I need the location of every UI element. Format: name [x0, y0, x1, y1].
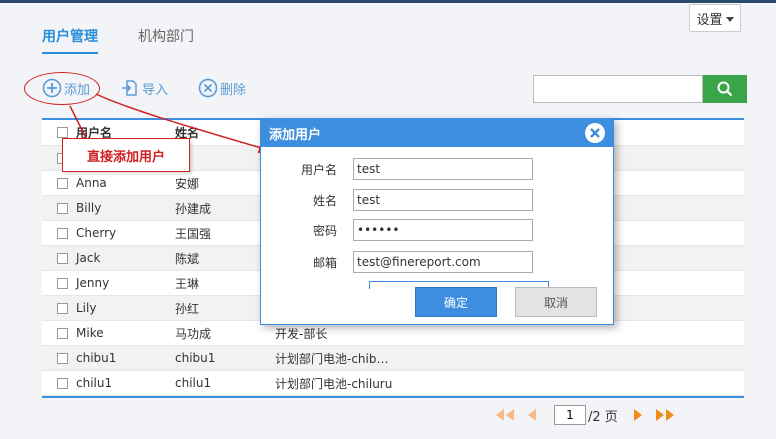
field-username-label: 用户名: [300, 162, 337, 177]
cell-name: chibu1: [175, 351, 216, 365]
dialog-close-button[interactable]: [585, 123, 605, 143]
row-checkbox[interactable]: [57, 327, 68, 339]
field-password-row: 密码: [261, 219, 533, 241]
top-border: [0, 0, 776, 3]
field-email-label: 邮箱: [312, 255, 337, 270]
field-username-row: 用户名: [261, 158, 533, 180]
cell-username: Jack: [76, 251, 101, 265]
delete-circle-icon: [198, 78, 218, 98]
cell-name: chilu1: [175, 376, 212, 390]
import-label: 导入: [142, 82, 169, 98]
confirm-button[interactable]: 确定: [415, 287, 497, 317]
search-icon: [717, 81, 733, 97]
settings-dropdown[interactable]: 设置: [689, 4, 741, 32]
cell-username: Cherry: [76, 226, 117, 240]
next-page-icon[interactable]: [630, 408, 646, 422]
row-checkbox[interactable]: [57, 277, 68, 289]
dialog-title-bar: 添加用户: [261, 119, 613, 147]
last-page-icon[interactable]: [654, 408, 678, 422]
close-icon: [590, 128, 600, 138]
cell-username: Mike: [76, 326, 104, 340]
cell-department: 开发-部长: [275, 326, 328, 341]
page-number-input[interactable]: [554, 405, 586, 425]
table-row[interactable]: chilu1 chilu1 计划部门电池-chiluru: [42, 371, 744, 396]
row-checkbox[interactable]: [57, 227, 68, 239]
cell-username: chibu1: [76, 351, 117, 365]
row-checkbox[interactable]: [57, 377, 68, 389]
row-checkbox[interactable]: [57, 352, 68, 364]
field-email-row: 邮箱: [261, 251, 533, 273]
cell-username: chilu1: [76, 376, 113, 390]
settings-label: 设置: [696, 12, 723, 28]
username-field[interactable]: [353, 158, 533, 180]
import-icon: [122, 80, 137, 96]
cell-username: Billy: [76, 201, 102, 215]
cell-department: 计划部门电池-chib…: [275, 351, 389, 366]
delete-button[interactable]: 删除: [198, 78, 246, 98]
field-name-label: 姓名: [312, 193, 337, 208]
cell-department: 计划部门电池-chiluru: [275, 376, 393, 391]
chevron-down-icon: [725, 16, 734, 22]
password-field[interactable]: [353, 219, 533, 241]
field-password-label: 密码: [312, 223, 337, 238]
dialog-title: 添加用户: [269, 127, 322, 143]
tab-user-management[interactable]: 用户管理: [42, 26, 98, 54]
table-row[interactable]: chibu1 chibu1 计划部门电池-chib…: [42, 346, 744, 371]
name-field[interactable]: [353, 189, 533, 211]
callout-label: 直接添加用户: [62, 138, 190, 172]
cell-name: 马功成: [175, 326, 212, 341]
first-page-icon[interactable]: [494, 408, 516, 422]
prev-page-icon[interactable]: [524, 408, 540, 422]
import-button[interactable]: 导入: [120, 78, 168, 98]
pagination: /2 页: [494, 405, 678, 425]
row-checkbox[interactable]: [57, 202, 68, 214]
field-name-row: 姓名: [261, 189, 533, 211]
cell-username: Jenny: [76, 276, 110, 290]
highlight-ellipse: [24, 72, 100, 105]
search-input[interactable]: [533, 75, 703, 103]
tab-departments[interactable]: 机构部门: [138, 26, 194, 54]
cell-username: Lily: [76, 301, 97, 315]
page-total: /2 页: [588, 409, 618, 425]
delete-label: 删除: [220, 82, 247, 98]
select-all-checkbox[interactable]: [57, 127, 68, 138]
row-checkbox[interactable]: [57, 302, 68, 314]
add-user-dialog: 添加用户 用户名 姓名 密码 邮箱 确定 取消: [260, 118, 614, 325]
search-button[interactable]: [703, 75, 747, 103]
cancel-button[interactable]: 取消: [515, 287, 597, 317]
row-checkbox[interactable]: [57, 252, 68, 264]
row-checkbox[interactable]: [57, 177, 68, 189]
cell-username: Anna: [76, 176, 107, 190]
tab-bar: 用户管理 机构部门: [42, 26, 194, 54]
email-field[interactable]: [353, 251, 533, 273]
